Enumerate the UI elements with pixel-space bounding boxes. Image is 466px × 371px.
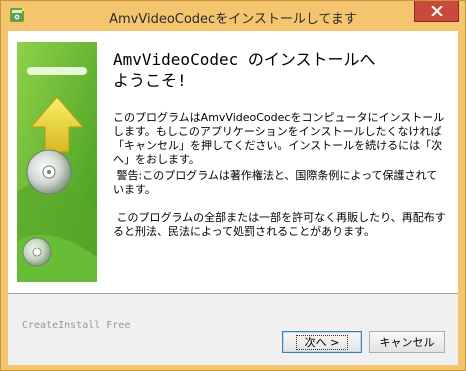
close-button[interactable] (414, 1, 459, 22)
welcome-heading-line2: ようこそ! (113, 71, 187, 90)
welcome-panel: AmvVideoCodec のインストールへ ようこそ! このプログラムはAmv… (8, 31, 458, 294)
window-title: AmvVideoCodecをインストールしてます (109, 12, 357, 27)
warning-paragraph: 警告:このプログラムは著作権法と、国際条例によって保護されています。 (113, 169, 438, 196)
cancel-button[interactable]: キャンセル (369, 331, 445, 353)
wizard-client-area: AmvVideoCodec のインストールへ ようこそ! このプログラムはAmv… (8, 31, 458, 365)
intro-paragraph: このプログラムはAmvVideoCodecをコンピュータにインストールします。も… (113, 111, 445, 166)
installer-window: AmvVideoCodecをインストールしてます AmvVideoCodec の… (0, 0, 466, 371)
welcome-heading-line1: AmvVideoCodec のインストールへ (113, 50, 376, 69)
next-button-label: 次へ > (295, 334, 349, 350)
next-button[interactable]: 次へ > (282, 331, 362, 353)
title-bar[interactable]: AmvVideoCodecをインストールしてます (1, 1, 465, 31)
installer-brand-label: CreateInstall Free (22, 320, 131, 331)
redistribution-paragraph: このプログラムの全部または一部を許可なく再販したり、再配布すると刑法、民法によっ… (113, 211, 446, 238)
install-disc-arrow-graphic (17, 42, 97, 282)
welcome-heading: AmvVideoCodec のインストールへ ようこそ! (113, 49, 453, 91)
cancel-button-label: キャンセル (379, 336, 435, 349)
close-icon (430, 6, 443, 16)
